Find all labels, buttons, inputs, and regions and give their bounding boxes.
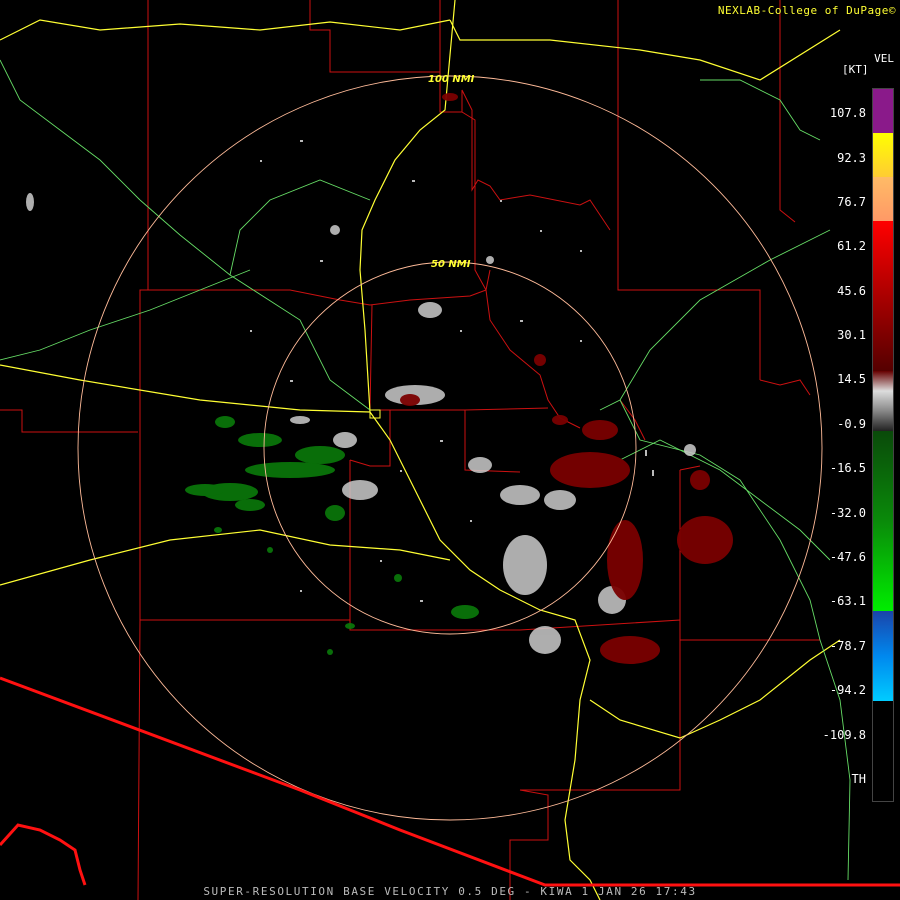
legend-tick: 45.6 — [837, 284, 866, 298]
swatch-green — [873, 431, 893, 611]
legend-tick: -109.8 — [822, 728, 866, 742]
legend-tick: 61.2 — [837, 239, 866, 253]
legend-tick: 107.8 — [829, 106, 866, 120]
swatch-yellow — [873, 133, 893, 177]
swatch-orange — [873, 177, 893, 221]
legend-tick: -32.0 — [829, 506, 866, 520]
swatch-th — [873, 701, 893, 801]
legend-tick: 30.1 — [837, 328, 866, 342]
swatch-blue — [873, 611, 893, 701]
range-ring-100-label: 100 NMI — [428, 74, 475, 85]
copyright-icon: © — [888, 4, 896, 17]
legend-tick: 76.7 — [837, 195, 866, 209]
legend-tick: -47.6 — [829, 550, 866, 564]
legend-tick: TH — [851, 772, 866, 786]
credit-label: NEXLAB-College of DuPage© — [717, 4, 896, 17]
range-ring-50-label: 50 NMI — [431, 259, 471, 270]
product-caption: SUPER-RESOLUTION BASE VELOCITY 0.5 DEG -… — [203, 885, 697, 898]
legend-tick: -16.5 — [829, 461, 866, 475]
legend-unit-label: [KT] — [842, 63, 869, 76]
legend-tick: 92.3 — [837, 151, 866, 165]
color-scale-bar — [872, 88, 894, 802]
legend-tick: -94.2 — [829, 683, 866, 697]
legend-product-label: VEL — [874, 52, 894, 65]
legend-tick: -0.9 — [837, 417, 866, 431]
legend-tick: -63.1 — [829, 594, 866, 608]
legend-tick: -78.7 — [829, 639, 866, 653]
swatch-purple — [873, 89, 893, 133]
velocity-legend: VEL [KT] 107.8 92.3 76.7 61.2 45.6 30.1 … — [820, 52, 900, 812]
legend-tick: 14.5 — [837, 372, 866, 386]
swatch-gray — [873, 371, 893, 431]
radar-map: 50 NMI 100 NMI — [0, 0, 900, 900]
swatch-red — [873, 221, 893, 371]
